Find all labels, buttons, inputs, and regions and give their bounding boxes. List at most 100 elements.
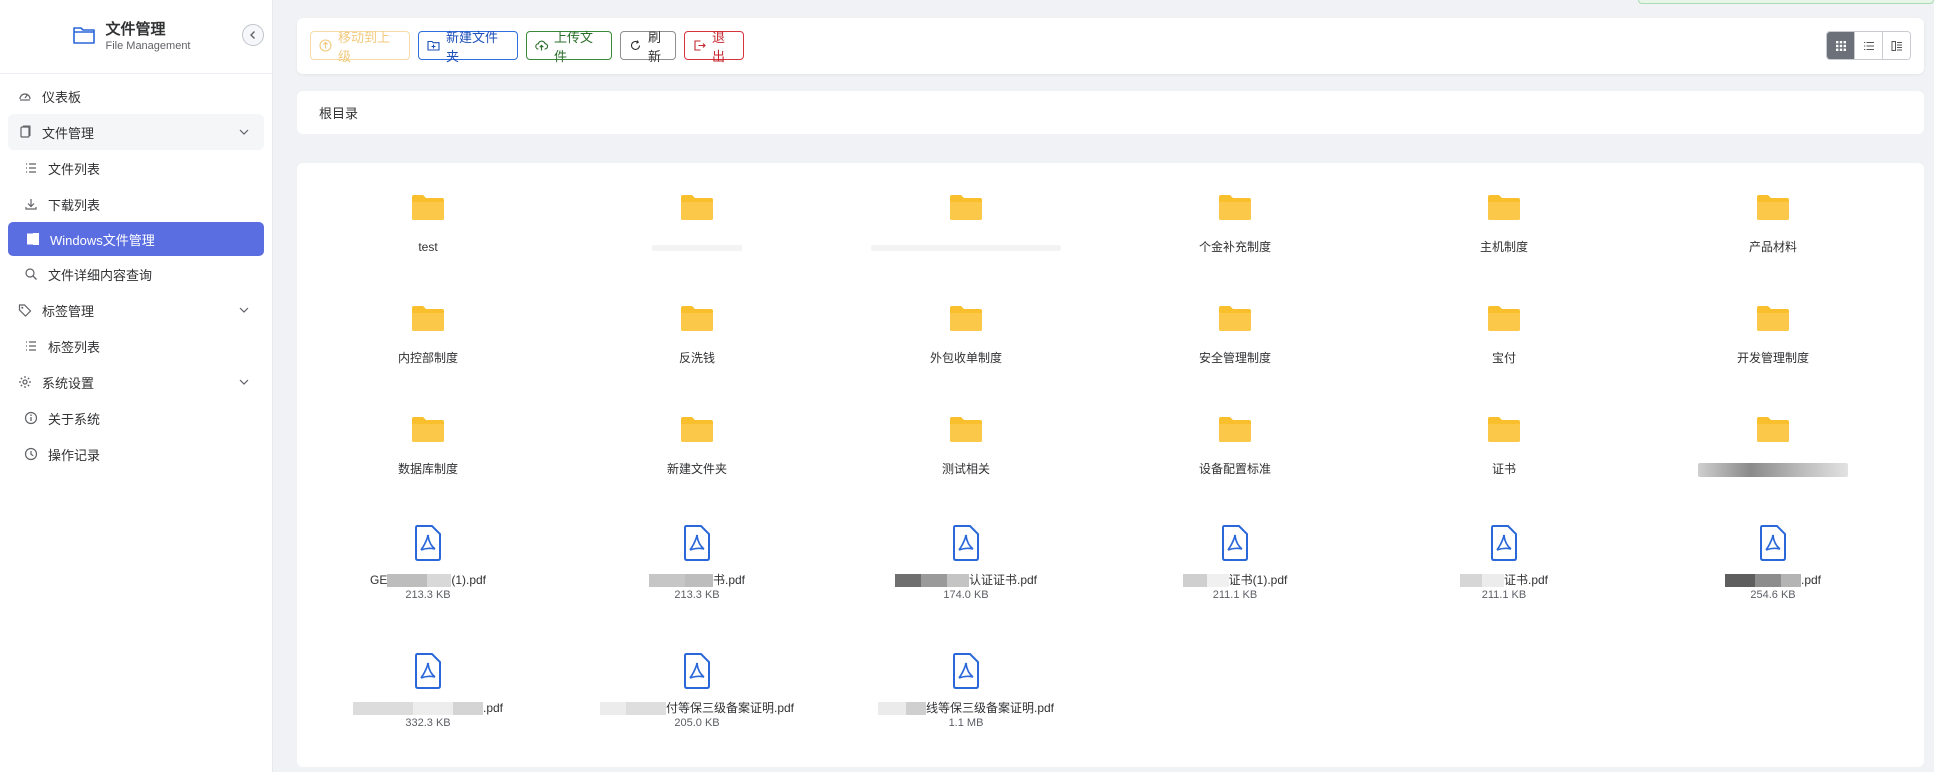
- folder-item[interactable]: 外包收单制度: [856, 303, 1076, 366]
- folder-item[interactable]: 产品材料: [1663, 192, 1883, 255]
- folder-item[interactable]: [1663, 414, 1883, 477]
- redacted-name: [920, 574, 947, 588]
- folder-item[interactable]: 宝付: [1394, 303, 1614, 366]
- folder-item[interactable]: 证书: [1394, 414, 1614, 477]
- redacted-name: [684, 574, 713, 588]
- redacted-name: [625, 702, 666, 716]
- pdf-file-item[interactable]: .pdf 254.6 KB: [1663, 525, 1883, 602]
- pdf-file-item[interactable]: 认证证书.pdf 174.0 KB: [856, 525, 1076, 602]
- folder-item[interactable]: 个金补充制度: [1125, 192, 1345, 255]
- menu-dashboard-label: 仪表板: [42, 89, 82, 105]
- pdf-file-item[interactable]: 证书(1).pdf 211.1 KB: [1125, 525, 1345, 602]
- pdf-file-item[interactable]: 付等保三级备案证明.pdf 205.0 KB: [587, 653, 807, 730]
- folder-item[interactable]: 设备配置标准: [1125, 414, 1345, 477]
- pdf-file-item[interactable]: 书.pdf 213.3 KB: [587, 525, 807, 602]
- new-folder-button[interactable]: 新建文件夹: [418, 30, 518, 64]
- menu-file-management[interactable]: 文件管理: [8, 114, 264, 150]
- refresh-button[interactable]: 刷新: [620, 30, 676, 64]
- exit-button[interactable]: 退出: [684, 30, 744, 64]
- file-size: 254.6 KB: [1750, 589, 1796, 601]
- notification-edge: [1638, 0, 1934, 4]
- file-name: 开发管理制度: [1736, 351, 1809, 365]
- redacted-name: [412, 702, 453, 716]
- folder-icon: [587, 303, 807, 337]
- refresh-icon: [629, 39, 642, 52]
- menu-file-content-search[interactable]: 文件详细内容查询: [0, 256, 272, 292]
- menu-tag-management[interactable]: 标签管理: [8, 292, 264, 328]
- redacted-name: [1481, 574, 1504, 588]
- collapse-sidebar-button[interactable]: [242, 24, 264, 46]
- pdf-icon: [587, 653, 807, 689]
- menu-file-list[interactable]: 文件列表: [0, 150, 272, 186]
- folder-icon: [587, 414, 807, 448]
- folder-item[interactable]: 安全管理制度: [1125, 303, 1345, 366]
- menu-about-system[interactable]: 关于系统: [0, 400, 272, 436]
- folder-icon: [318, 303, 538, 337]
- pdf-file-item[interactable]: 证书.pdf 211.1 KB: [1394, 525, 1614, 602]
- pdf-icon: [587, 525, 807, 561]
- view-mode-switch: [1826, 31, 1911, 60]
- pdf-icon: [856, 653, 1076, 689]
- folder-item[interactable]: 开发管理制度: [1663, 303, 1883, 366]
- upload-file-button[interactable]: 上传文件: [526, 30, 612, 64]
- file-size: 213.3 KB: [674, 589, 720, 601]
- grid-view-button[interactable]: [1827, 32, 1855, 59]
- folder-item[interactable]: 内控部制度: [318, 303, 538, 366]
- file-name: 线等保三级备案证明.pdf: [856, 700, 1076, 716]
- redacted-name: [1206, 574, 1229, 588]
- file-size: 211.1 KB: [1481, 589, 1527, 601]
- menu-dashboard[interactable]: 仪表板: [0, 78, 272, 114]
- folder-item[interactable]: [587, 192, 807, 255]
- list-view-button[interactable]: [1855, 32, 1883, 59]
- list-icon: [24, 339, 38, 353]
- file-name: test: [418, 240, 438, 254]
- grid-icon: [1835, 40, 1846, 51]
- clock-icon: [24, 447, 38, 461]
- folder-icon: [1394, 414, 1614, 448]
- folder-logo-icon: [72, 25, 96, 48]
- redacted-name: [1754, 574, 1781, 588]
- redacted-name: [352, 702, 413, 716]
- move-up-button[interactable]: 移动到上级: [310, 30, 410, 64]
- pdf-file-item[interactable]: 线等保三级备案证明.pdf 1.1 MB: [856, 653, 1076, 730]
- pdf-file-item[interactable]: .pdf 332.3 KB: [318, 653, 538, 730]
- redacted-name: [946, 574, 969, 588]
- folder-item[interactable]: 新建文件夹: [587, 414, 807, 477]
- menu-system-settings[interactable]: 系统设置: [8, 364, 264, 400]
- pdf-file-item[interactable]: GE (1).pdf 213.3 KB: [318, 525, 538, 602]
- folder-item[interactable]: 主机制度: [1394, 192, 1614, 255]
- menu-windows-file-management[interactable]: Windows文件管理: [8, 222, 264, 256]
- detail-view-button[interactable]: [1883, 32, 1910, 59]
- redacted-name: [452, 702, 483, 716]
- file-name: 个金补充制度: [1198, 240, 1271, 254]
- file-name: 书.pdf: [587, 572, 807, 588]
- folder-item[interactable]: 测试相关: [856, 414, 1076, 477]
- menu-tag-management-label: 标签管理: [42, 303, 95, 319]
- menu-tag-list-label: 标签列表: [48, 339, 101, 355]
- menu-operation-log[interactable]: 操作记录: [0, 436, 272, 472]
- file-name: 数据库制度: [397, 462, 458, 476]
- app-subtitle: File Management: [105, 39, 191, 52]
- pdf-icon: [1663, 525, 1883, 561]
- file-name: GE (1).pdf: [369, 573, 487, 588]
- redacted-name: [894, 574, 921, 588]
- folder-item[interactable]: [856, 192, 1076, 255]
- folder-item[interactable]: 反洗钱: [587, 303, 807, 366]
- breadcrumb-root[interactable]: 根目录: [319, 103, 358, 122]
- toolbar: 移动到上级 新建文件夹 上传文件 刷新 退出: [297, 18, 1924, 74]
- detail-list-icon: [1891, 40, 1902, 51]
- menu-download-list[interactable]: 下载列表: [0, 186, 272, 222]
- file-name: 认证证书.pdf: [856, 572, 1076, 588]
- menu-about-system-label: 关于系统: [48, 411, 101, 427]
- file-name: 证书: [1491, 462, 1516, 476]
- windows-icon: [26, 232, 40, 246]
- folder-icon: [856, 414, 1076, 448]
- menu-tag-list[interactable]: 标签列表: [0, 328, 272, 364]
- folder-add-icon: [427, 39, 440, 52]
- pdf-icon: [856, 525, 1076, 561]
- file-name: 付等保三级备案证明.pdf: [587, 700, 807, 716]
- folder-item[interactable]: 数据库制度: [318, 414, 538, 477]
- file-name: 安全管理制度: [1198, 351, 1271, 365]
- folder-item[interactable]: test: [318, 192, 538, 255]
- redacted-name: [1780, 574, 1801, 588]
